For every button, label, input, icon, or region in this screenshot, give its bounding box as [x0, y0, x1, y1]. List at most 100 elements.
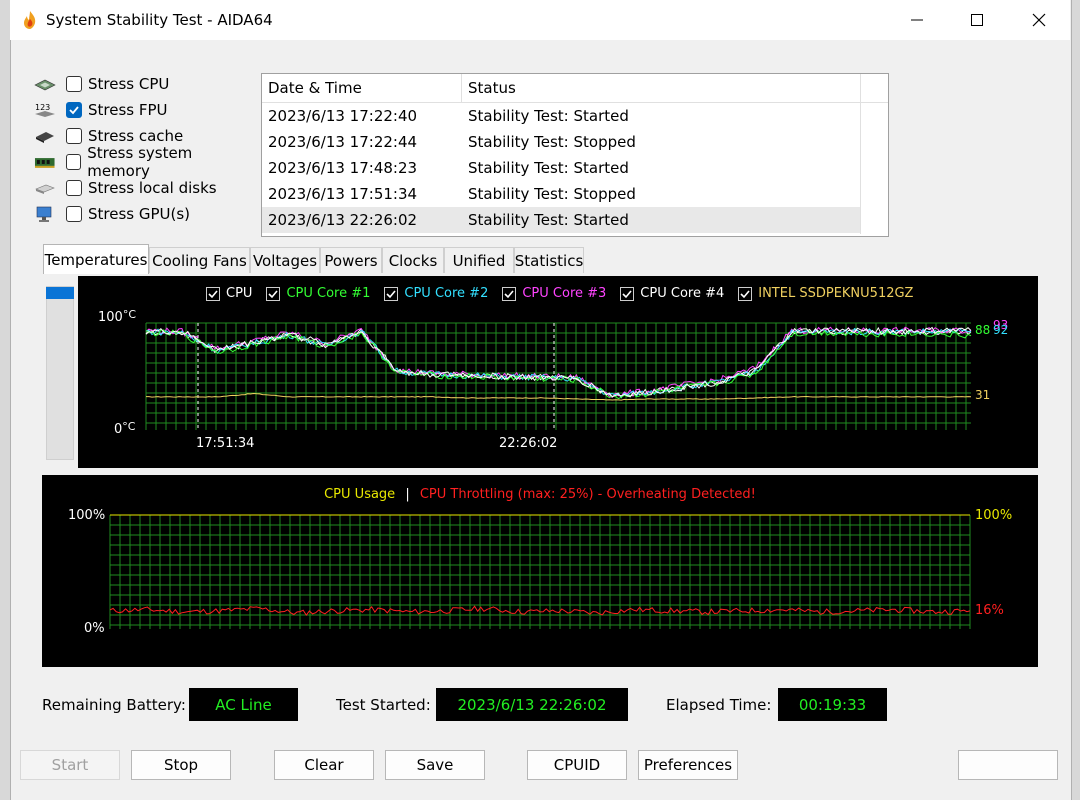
- cpu-usage-chart-panel: CPU Usage | CPU Throttling (max: 25%) - …: [42, 475, 1038, 667]
- stress-fpu-label: Stress FPU: [88, 101, 168, 119]
- legend-item-cpu-core-4[interactable]: CPU Core #4: [620, 286, 724, 301]
- battery-label: Remaining Battery:: [42, 696, 186, 714]
- log-column-header-datetime[interactable]: Date & Time: [262, 74, 462, 102]
- battery-value: AC Line: [189, 688, 298, 721]
- log-row[interactable]: 2023/6/13 17:51:34 Stability Test: Stoppe…: [262, 181, 888, 207]
- legend-label: CPU Core #4: [640, 286, 725, 301]
- fpu-123-icon: 123: [35, 103, 55, 117]
- checkmark-icon: [740, 289, 750, 298]
- legend-item-cpu[interactable]: CPU: [206, 286, 252, 301]
- usage-y-max-label: 100%: [68, 508, 106, 523]
- temp-current-core2: 92: [993, 323, 1009, 337]
- legend-checkbox[interactable]: [206, 286, 220, 301]
- legend-label: INTEL SSDPEKNU512GZ: [758, 286, 914, 301]
- legend-item-cpu-core-2[interactable]: CPU Core #2: [384, 286, 488, 301]
- svg-text:123: 123: [35, 103, 50, 112]
- legend-checkbox[interactable]: [502, 286, 517, 301]
- start-button[interactable]: Start: [20, 750, 120, 780]
- tab-clocks[interactable]: Clocks: [382, 247, 444, 273]
- sensor-scrollbar-thumb[interactable]: [46, 287, 74, 299]
- log-row-selected[interactable]: 2023/6/13 22:26:02 Stability Test: Starte…: [262, 207, 860, 233]
- log-row[interactable]: 2023/6/13 17:22:44 Stability Test: Stoppe…: [262, 129, 888, 155]
- cpuid-button[interactable]: CPUID: [527, 750, 627, 780]
- tab-statistics[interactable]: Statistics: [514, 247, 584, 273]
- legend-checkbox[interactable]: [384, 286, 399, 301]
- temperature-legend: CPU CPU Core #1 CPU Core #2 CPU Core #3 …: [206, 286, 927, 301]
- legend-item-ssd[interactable]: INTEL SSDPEKNU512GZ: [738, 286, 913, 301]
- stress-gpu-label: Stress GPU(s): [88, 205, 191, 223]
- stress-disks-checkbox[interactable]: [66, 180, 82, 196]
- legend-checkbox[interactable]: [738, 286, 753, 301]
- stress-option-fpu[interactable]: 123 Stress FPU: [34, 97, 256, 123]
- stress-gpu-checkbox[interactable]: [66, 206, 82, 222]
- temp-x-label-2: 22:26:02: [499, 436, 558, 451]
- temp-x-label-1: 17:51:34: [196, 436, 255, 451]
- tab-powers[interactable]: Powers: [320, 247, 382, 273]
- log-status: Stability Test: Started: [468, 107, 629, 125]
- elapsed-time-value: 00:19:33: [778, 688, 887, 721]
- save-button[interactable]: Save: [385, 750, 485, 780]
- aida64-flame-icon: [20, 10, 40, 30]
- stress-option-memory[interactable]: Stress system memory: [34, 144, 256, 180]
- log-column-header-status[interactable]: Status: [462, 79, 516, 97]
- checkmark-icon: [386, 289, 397, 298]
- log-header-row: Date & Time Status: [262, 74, 888, 103]
- memory-module-icon: [34, 158, 55, 168]
- clear-button[interactable]: Clear: [274, 750, 374, 780]
- legend-label: CPU: [226, 286, 253, 301]
- log-status: Stability Test: Started: [468, 159, 629, 177]
- throttle-current-value: 16%: [975, 603, 1004, 618]
- cpu-usage-chart: [109, 514, 971, 629]
- cpu-usage-legend: CPU Usage | CPU Throttling (max: 25%) - …: [42, 487, 1038, 502]
- close-dialog-button[interactable]: [958, 750, 1058, 780]
- checkmark-icon: [622, 289, 632, 298]
- usage-y-min-label: 0%: [84, 621, 105, 636]
- event-log-table[interactable]: Date & Time Status 2023/6/13 17:22:40 Sta…: [261, 73, 889, 237]
- tab-cooling-fans[interactable]: Cooling Fans: [149, 247, 250, 273]
- checkmark-icon: [69, 106, 79, 115]
- maximize-button[interactable]: [954, 0, 1000, 40]
- legend-label: CPU Core #1: [286, 286, 371, 301]
- checkmark-icon: [504, 289, 514, 298]
- stress-memory-checkbox[interactable]: [65, 154, 82, 170]
- log-datetime: 2023/6/13 22:26:02: [268, 211, 418, 229]
- stress-option-cpu[interactable]: Stress CPU: [34, 71, 256, 97]
- test-started-label: Test Started:: [336, 696, 431, 714]
- temp-y-max-value: 100: [98, 310, 123, 325]
- close-button[interactable]: [1016, 0, 1062, 40]
- maximize-icon: [971, 14, 983, 26]
- log-datetime: 2023/6/13 17:22:44: [268, 133, 418, 151]
- legend-checkbox[interactable]: [620, 286, 635, 301]
- sensor-scrollbar[interactable]: [46, 286, 74, 460]
- log-status: Stability Test: Stopped: [468, 133, 636, 151]
- stress-cache-checkbox[interactable]: [66, 128, 82, 144]
- temperature-chart-panel: CPU CPU Core #1 CPU Core #2 CPU Core #3 …: [78, 276, 1038, 468]
- stress-cache-label: Stress cache: [88, 127, 184, 145]
- stress-options: Stress CPU 123 Stress FPU Stress cache S…: [34, 71, 256, 227]
- log-status: Stability Test: Started: [468, 211, 629, 229]
- stress-cpu-checkbox[interactable]: [66, 76, 82, 92]
- legend-separator: |: [405, 487, 410, 502]
- cpu-chip-icon: [34, 79, 56, 91]
- legend-item-cpu-core-3[interactable]: CPU Core #3: [502, 286, 606, 301]
- checkmark-icon: [208, 289, 218, 298]
- window-title: System Stability Test - AIDA64: [46, 11, 273, 29]
- tab-temperatures[interactable]: Temperatures: [43, 244, 149, 274]
- tab-voltages[interactable]: Voltages: [250, 247, 320, 273]
- stress-fpu-checkbox[interactable]: [66, 102, 82, 118]
- stress-option-gpu[interactable]: Stress GPU(s): [34, 201, 256, 227]
- log-datetime: 2023/6/13 17:22:40: [268, 107, 418, 125]
- log-row[interactable]: 2023/6/13 17:48:23 Stability Test: Starte…: [262, 155, 888, 181]
- minimize-icon: [911, 19, 923, 21]
- temp-current-core1: 88: [975, 323, 991, 337]
- legend-item-cpu-core-1[interactable]: CPU Core #1: [266, 286, 370, 301]
- minimize-button[interactable]: [894, 0, 940, 40]
- tab-unified[interactable]: Unified: [444, 247, 514, 273]
- temp-series-intel-ssdpeknu512gz: [146, 392, 972, 401]
- legend-label: CPU Core #2: [404, 286, 489, 301]
- preferences-button[interactable]: Preferences: [638, 750, 738, 780]
- log-row[interactable]: 2023/6/13 17:22:40 Stability Test: Starte…: [262, 103, 888, 129]
- stress-disks-label: Stress local disks: [88, 179, 217, 197]
- legend-checkbox[interactable]: [266, 286, 281, 301]
- stop-button[interactable]: Stop: [131, 750, 231, 780]
